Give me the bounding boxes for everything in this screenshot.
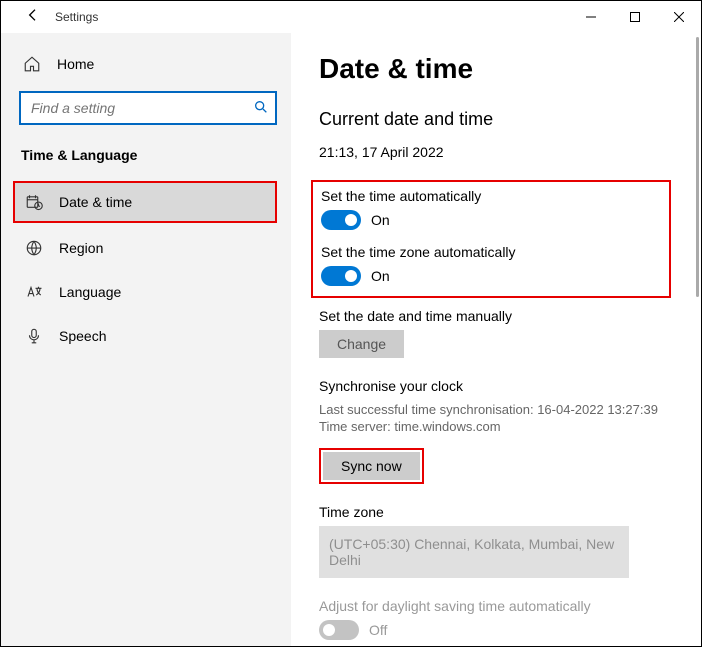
back-button[interactable] — [21, 7, 45, 28]
sync-button-highlight: Sync now — [319, 448, 424, 484]
sidebar-home-label: Home — [57, 56, 94, 72]
search-input[interactable] — [19, 91, 277, 125]
sync-last-text: Last successful time synchronisation: 16… — [319, 402, 671, 417]
set-tz-auto-label: Set the time zone automatically — [321, 244, 661, 260]
tz-heading: Time zone — [319, 504, 671, 520]
sync-server-text: Time server: time.windows.com — [319, 419, 671, 434]
close-button[interactable] — [657, 1, 701, 33]
sidebar-item-label: Region — [59, 240, 103, 256]
set-time-auto-toggle[interactable] — [321, 210, 361, 230]
sidebar-item-label: Speech — [59, 328, 106, 344]
window-controls — [569, 1, 701, 33]
dst-toggle — [319, 620, 359, 640]
timezone-select: (UTC+05:30) Chennai, Kolkata, Mumbai, Ne… — [319, 526, 629, 578]
dst-label: Adjust for daylight saving time automati… — [319, 598, 671, 614]
search-icon — [253, 99, 269, 120]
current-datetime-value: 21:13, 17 April 2022 — [319, 144, 671, 160]
titlebar: Settings — [1, 1, 701, 33]
sync-heading: Synchronise your clock — [319, 378, 671, 394]
sidebar-item-speech[interactable]: Speech — [19, 317, 277, 355]
sidebar-item-region[interactable]: Region — [19, 229, 277, 267]
search-wrap — [19, 91, 277, 125]
language-icon — [25, 283, 43, 301]
sidebar-home[interactable]: Home — [23, 55, 291, 73]
minimize-button[interactable] — [569, 1, 613, 33]
main-content: Date & time Current date and time 21:13,… — [291, 33, 701, 646]
auto-settings-highlight: Set the time automatically On Set the ti… — [311, 180, 671, 298]
set-time-auto-label: Set the time automatically — [321, 188, 661, 204]
scrollbar[interactable] — [696, 37, 699, 297]
sidebar-item-label: Date & time — [59, 194, 132, 210]
sidebar-item-language[interactable]: Language — [19, 273, 277, 311]
window-title: Settings — [55, 10, 98, 24]
globe-icon — [25, 239, 43, 257]
sidebar-item-label: Language — [59, 284, 121, 300]
maximize-button[interactable] — [613, 1, 657, 33]
set-tz-auto-toggle[interactable] — [321, 266, 361, 286]
microphone-icon — [25, 327, 43, 345]
set-manual-label: Set the date and time manually — [319, 308, 671, 324]
sync-now-button[interactable]: Sync now — [323, 452, 420, 480]
set-time-auto-state: On — [371, 212, 390, 228]
sidebar: Home Time & Language Date & time Region … — [1, 33, 291, 646]
current-datetime-heading: Current date and time — [319, 109, 671, 130]
dst-state: Off — [369, 622, 387, 638]
calendar-clock-icon — [25, 193, 43, 211]
set-tz-auto-state: On — [371, 268, 390, 284]
sidebar-item-date-time[interactable]: Date & time — [13, 181, 277, 223]
page-title: Date & time — [319, 53, 671, 85]
sidebar-section-title: Time & Language — [21, 147, 291, 163]
change-button: Change — [319, 330, 404, 358]
home-icon — [23, 55, 41, 73]
